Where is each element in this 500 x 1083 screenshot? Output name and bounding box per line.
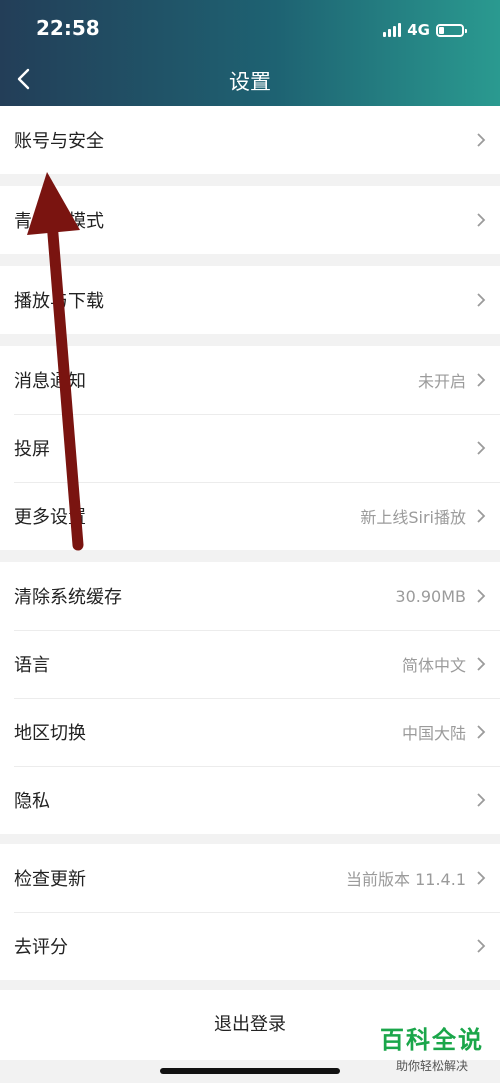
chevron-right-icon <box>477 133 486 147</box>
chevron-right-icon <box>477 939 486 953</box>
watermark-title: 百科全说 <box>380 1026 484 1054</box>
status-time: 22:58 <box>36 16 100 40</box>
row-privacy[interactable]: 隐私 <box>0 766 500 834</box>
signal-icon <box>383 23 402 37</box>
chevron-right-icon <box>477 509 486 523</box>
row-region[interactable]: 地区切换 中国大陆 <box>0 698 500 766</box>
chevron-right-icon <box>477 657 486 671</box>
status-indicators: 4G <box>383 20 467 40</box>
group-system: 清除系统缓存 30.90MB 语言 简体中文 地区切换 中国大陆 隐私 <box>0 562 500 834</box>
row-label: 清除系统缓存 <box>14 587 122 608</box>
chevron-right-icon <box>477 213 486 227</box>
row-value: 简体中文 <box>401 656 466 675</box>
row-label: 播放与下载 <box>14 291 104 312</box>
watermark-subtitle: 助你轻松解决 <box>395 1059 468 1073</box>
row-notifications[interactable]: 消息通知 未开启 <box>0 346 500 414</box>
battery-icon <box>436 23 467 37</box>
chevron-right-icon <box>477 589 486 603</box>
chevron-right-icon <box>477 441 486 455</box>
row-label: 隐私 <box>14 791 50 812</box>
row-value: 未开启 <box>417 372 466 391</box>
group-about: 检查更新 当前版本 11.4.1 去评分 <box>0 844 500 980</box>
group-playback: 播放与下载 <box>0 266 500 334</box>
row-screencast[interactable]: 投屏 <box>0 414 500 482</box>
group-notifications: 消息通知 未开启 投屏 更多设置 新上线Siri播放 <box>0 346 500 550</box>
row-label: 更多设置 <box>14 507 86 528</box>
row-label: 投屏 <box>14 439 50 460</box>
row-label: 地区切换 <box>14 723 86 744</box>
row-clear-cache[interactable]: 清除系统缓存 30.90MB <box>0 562 500 630</box>
page-title: 设置 <box>229 70 271 94</box>
row-value: 新上线Siri播放 <box>360 508 466 527</box>
row-label: 青少年模式 <box>14 211 104 232</box>
chevron-right-icon <box>477 725 486 739</box>
row-more-settings[interactable]: 更多设置 新上线Siri播放 <box>0 482 500 550</box>
row-label: 语言 <box>14 655 50 676</box>
group-teen: 青少年模式 <box>0 186 500 254</box>
chevron-right-icon <box>477 871 486 885</box>
chevron-right-icon <box>477 293 486 307</box>
row-value: 当前版本 11.4.1 <box>346 870 466 889</box>
network-type: 4G <box>407 21 430 39</box>
row-playback-download[interactable]: 播放与下载 <box>0 266 500 334</box>
watermark-logo: 百科全说 助你轻松解决 <box>380 1020 484 1074</box>
row-value: 中国大陆 <box>401 724 466 743</box>
group-account: 账号与安全 <box>0 106 500 174</box>
row-check-update[interactable]: 检查更新 当前版本 11.4.1 <box>0 844 500 912</box>
row-label: 去评分 <box>14 937 68 958</box>
row-label: 消息通知 <box>14 371 86 392</box>
chevron-right-icon <box>477 793 486 807</box>
home-indicator <box>160 1068 340 1074</box>
row-language[interactable]: 语言 简体中文 <box>0 630 500 698</box>
chevron-right-icon <box>477 373 486 387</box>
row-value: 30.90MB <box>395 586 466 606</box>
nav-header: 22:58 4G 设置 <box>0 0 500 106</box>
row-teen-mode[interactable]: 青少年模式 <box>0 186 500 254</box>
row-account-security[interactable]: 账号与安全 <box>0 106 500 174</box>
row-rate-app[interactable]: 去评分 <box>0 912 500 980</box>
row-label: 账号与安全 <box>14 131 104 152</box>
row-label: 检查更新 <box>14 869 86 890</box>
